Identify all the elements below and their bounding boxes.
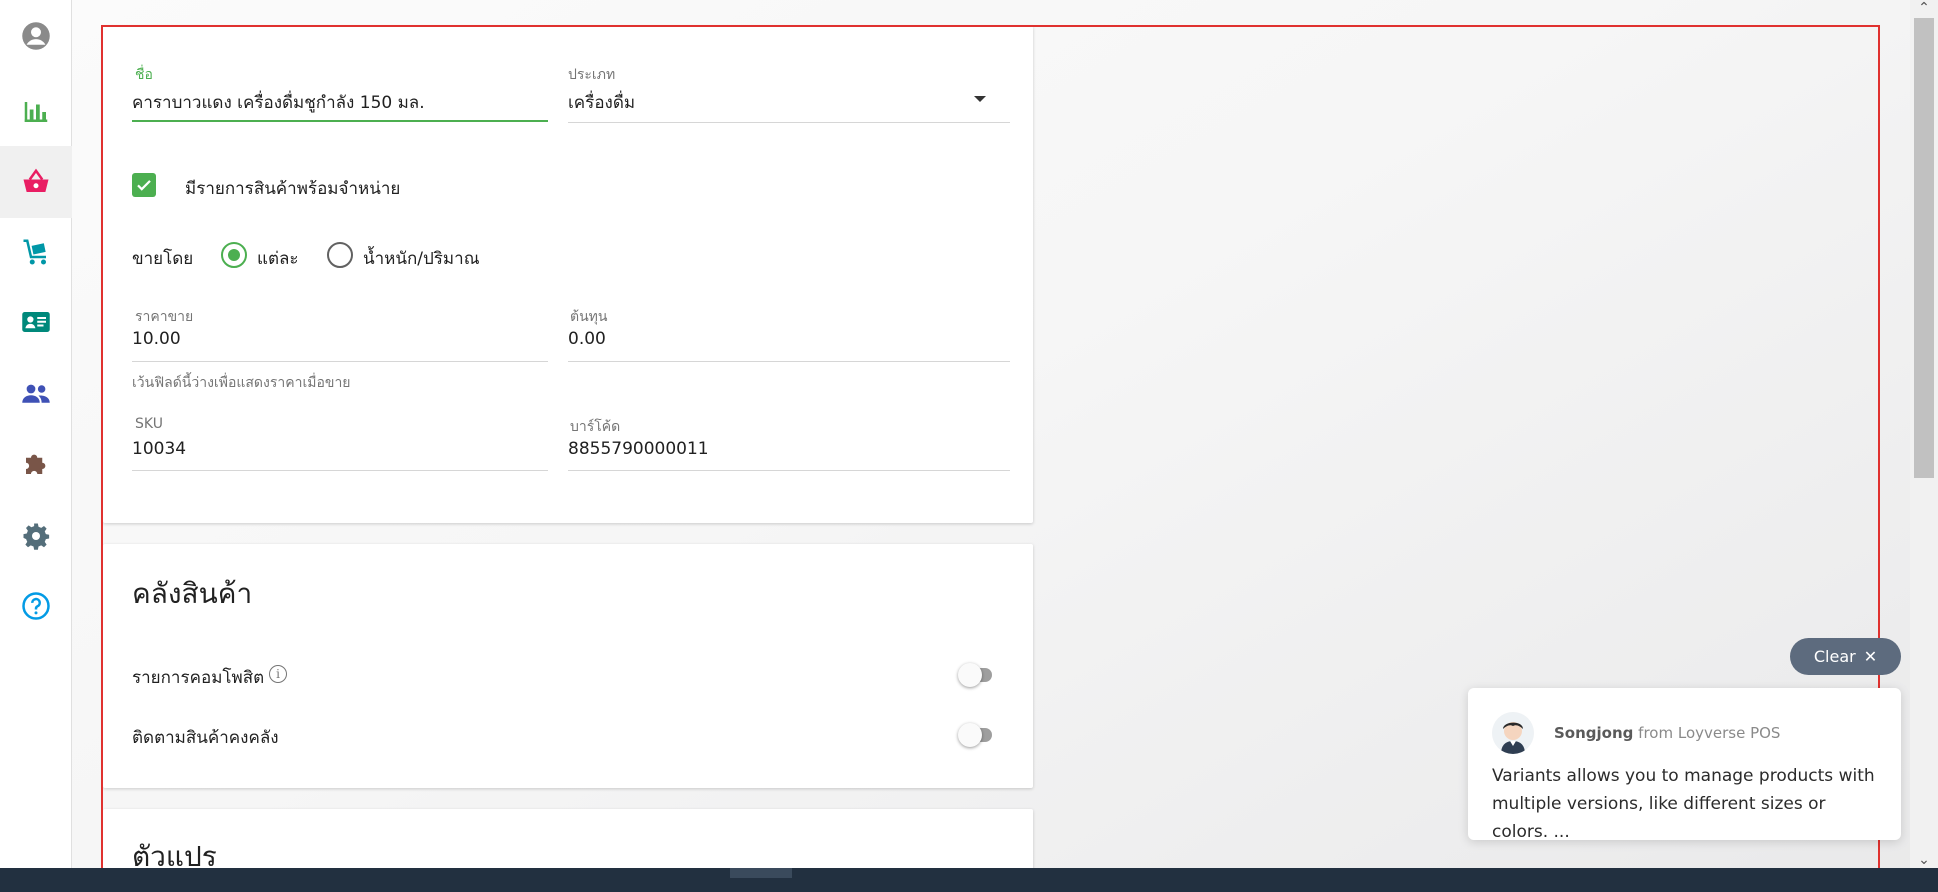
chat-sender-name: Songjong <box>1554 724 1634 742</box>
chevron-down-icon[interactable] <box>974 96 986 102</box>
sidebar-item-employees[interactable] <box>0 286 72 358</box>
name-label: ชื่อ <box>135 67 153 83</box>
avatar <box>1492 712 1534 754</box>
track-stock-label: ติดตามสินค้าคงคลัง <box>132 728 279 748</box>
sidebar-item-customers[interactable] <box>0 358 72 430</box>
category-select[interactable]: เครื่องดื่ม <box>568 89 635 116</box>
sku-input[interactable]: 10034 <box>132 439 186 459</box>
cart-icon <box>23 239 46 265</box>
sidebar-item-integrations[interactable] <box>0 428 72 500</box>
cost-input[interactable]: 0.00 <box>568 329 606 349</box>
puzzle-icon <box>26 454 46 474</box>
cost-underline <box>568 361 1010 362</box>
taskbar-item[interactable] <box>730 868 792 878</box>
sold-by-each-radio[interactable] <box>221 242 247 268</box>
composite-toggle-knob[interactable] <box>958 663 982 687</box>
sidebar <box>0 0 72 880</box>
chat-message-text: Variants allows you to manage products w… <box>1492 766 1875 842</box>
close-icon: ✕ <box>1863 647 1878 666</box>
category-label: ประเภท <box>568 67 616 83</box>
barcode-underline <box>568 470 1010 471</box>
price-helper-text: เว้นฟิลด์นี้ว่างเพื่อแสดงราคาเมื่อขาย <box>132 375 351 391</box>
chat-message-card[interactable]: Songjong from Loyverse POS Variants allo… <box>1468 688 1901 842</box>
sold-by-each-label[interactable]: แต่ละ <box>257 245 299 272</box>
chat-sender-from: from Loyverse POS <box>1638 724 1781 742</box>
sku-underline <box>132 470 548 471</box>
name-underline <box>132 120 548 122</box>
clear-button-label: Clear <box>1813 647 1856 666</box>
taskbar <box>0 868 1938 892</box>
sidebar-item-account[interactable] <box>0 0 72 72</box>
available-checkbox[interactable] <box>132 173 156 197</box>
check-icon <box>137 180 151 191</box>
barcode-label: บาร์โค้ด <box>570 419 621 435</box>
sidebar-item-help[interactable] <box>0 570 72 642</box>
barcode-input[interactable]: 8855790000011 <box>568 439 709 459</box>
track-stock-toggle-knob[interactable] <box>958 723 982 747</box>
sku-label: SKU <box>135 416 163 432</box>
sold-by-weight-label[interactable]: น้ำหนัก/ปริมาณ <box>363 245 479 272</box>
category-underline <box>568 122 1010 123</box>
sidebar-item-settings[interactable] <box>0 500 72 572</box>
available-label: มีรายการสินค้าพร้อมจำหน่าย <box>185 179 401 199</box>
sidebar-item-reports[interactable] <box>0 76 72 148</box>
scroll-up-icon[interactable]: ⌃ <box>1912 0 1936 16</box>
sold-by-weight-radio[interactable] <box>327 242 353 268</box>
scroll-down-icon[interactable]: ⌄ <box>1912 852 1936 868</box>
sidebar-item-items[interactable] <box>0 146 72 218</box>
inventory-card: คลังสินค้า รายการคอมโพสิต i ติดตามสินค้า… <box>103 544 1033 788</box>
clear-button[interactable]: Clear ✕ <box>1790 638 1901 675</box>
account-circle-icon <box>22 22 50 50</box>
price-label: ราคาขาย <box>135 309 194 325</box>
basket-icon <box>23 168 49 192</box>
sidebar-item-purchases[interactable] <box>0 216 72 288</box>
scrollbar-thumb[interactable] <box>1914 18 1934 478</box>
price-underline <box>132 361 548 362</box>
help-icon <box>22 592 50 620</box>
composite-label: รายการคอมโพสิต <box>132 668 265 688</box>
contact-card-icon <box>22 312 50 332</box>
bar-chart-icon <box>24 102 48 122</box>
cost-label: ต้นทุน <box>570 309 608 325</box>
price-input[interactable]: 10.00 <box>132 329 181 349</box>
gear-icon <box>23 523 50 550</box>
sold-by-label: ขายโดย <box>132 249 194 269</box>
item-details-card: ชื่อ คาราบาวแดง เครื่องดื่มชูกำลัง 150 ม… <box>103 26 1033 523</box>
people-icon <box>22 384 50 403</box>
info-icon[interactable]: i <box>269 665 287 683</box>
chat-sender: Songjong from Loyverse POS <box>1554 724 1780 742</box>
name-input[interactable]: คาราบาวแดง เครื่องดื่มชูกำลัง 150 มล. <box>132 89 425 116</box>
inventory-title: คลังสินค้า <box>132 577 253 610</box>
